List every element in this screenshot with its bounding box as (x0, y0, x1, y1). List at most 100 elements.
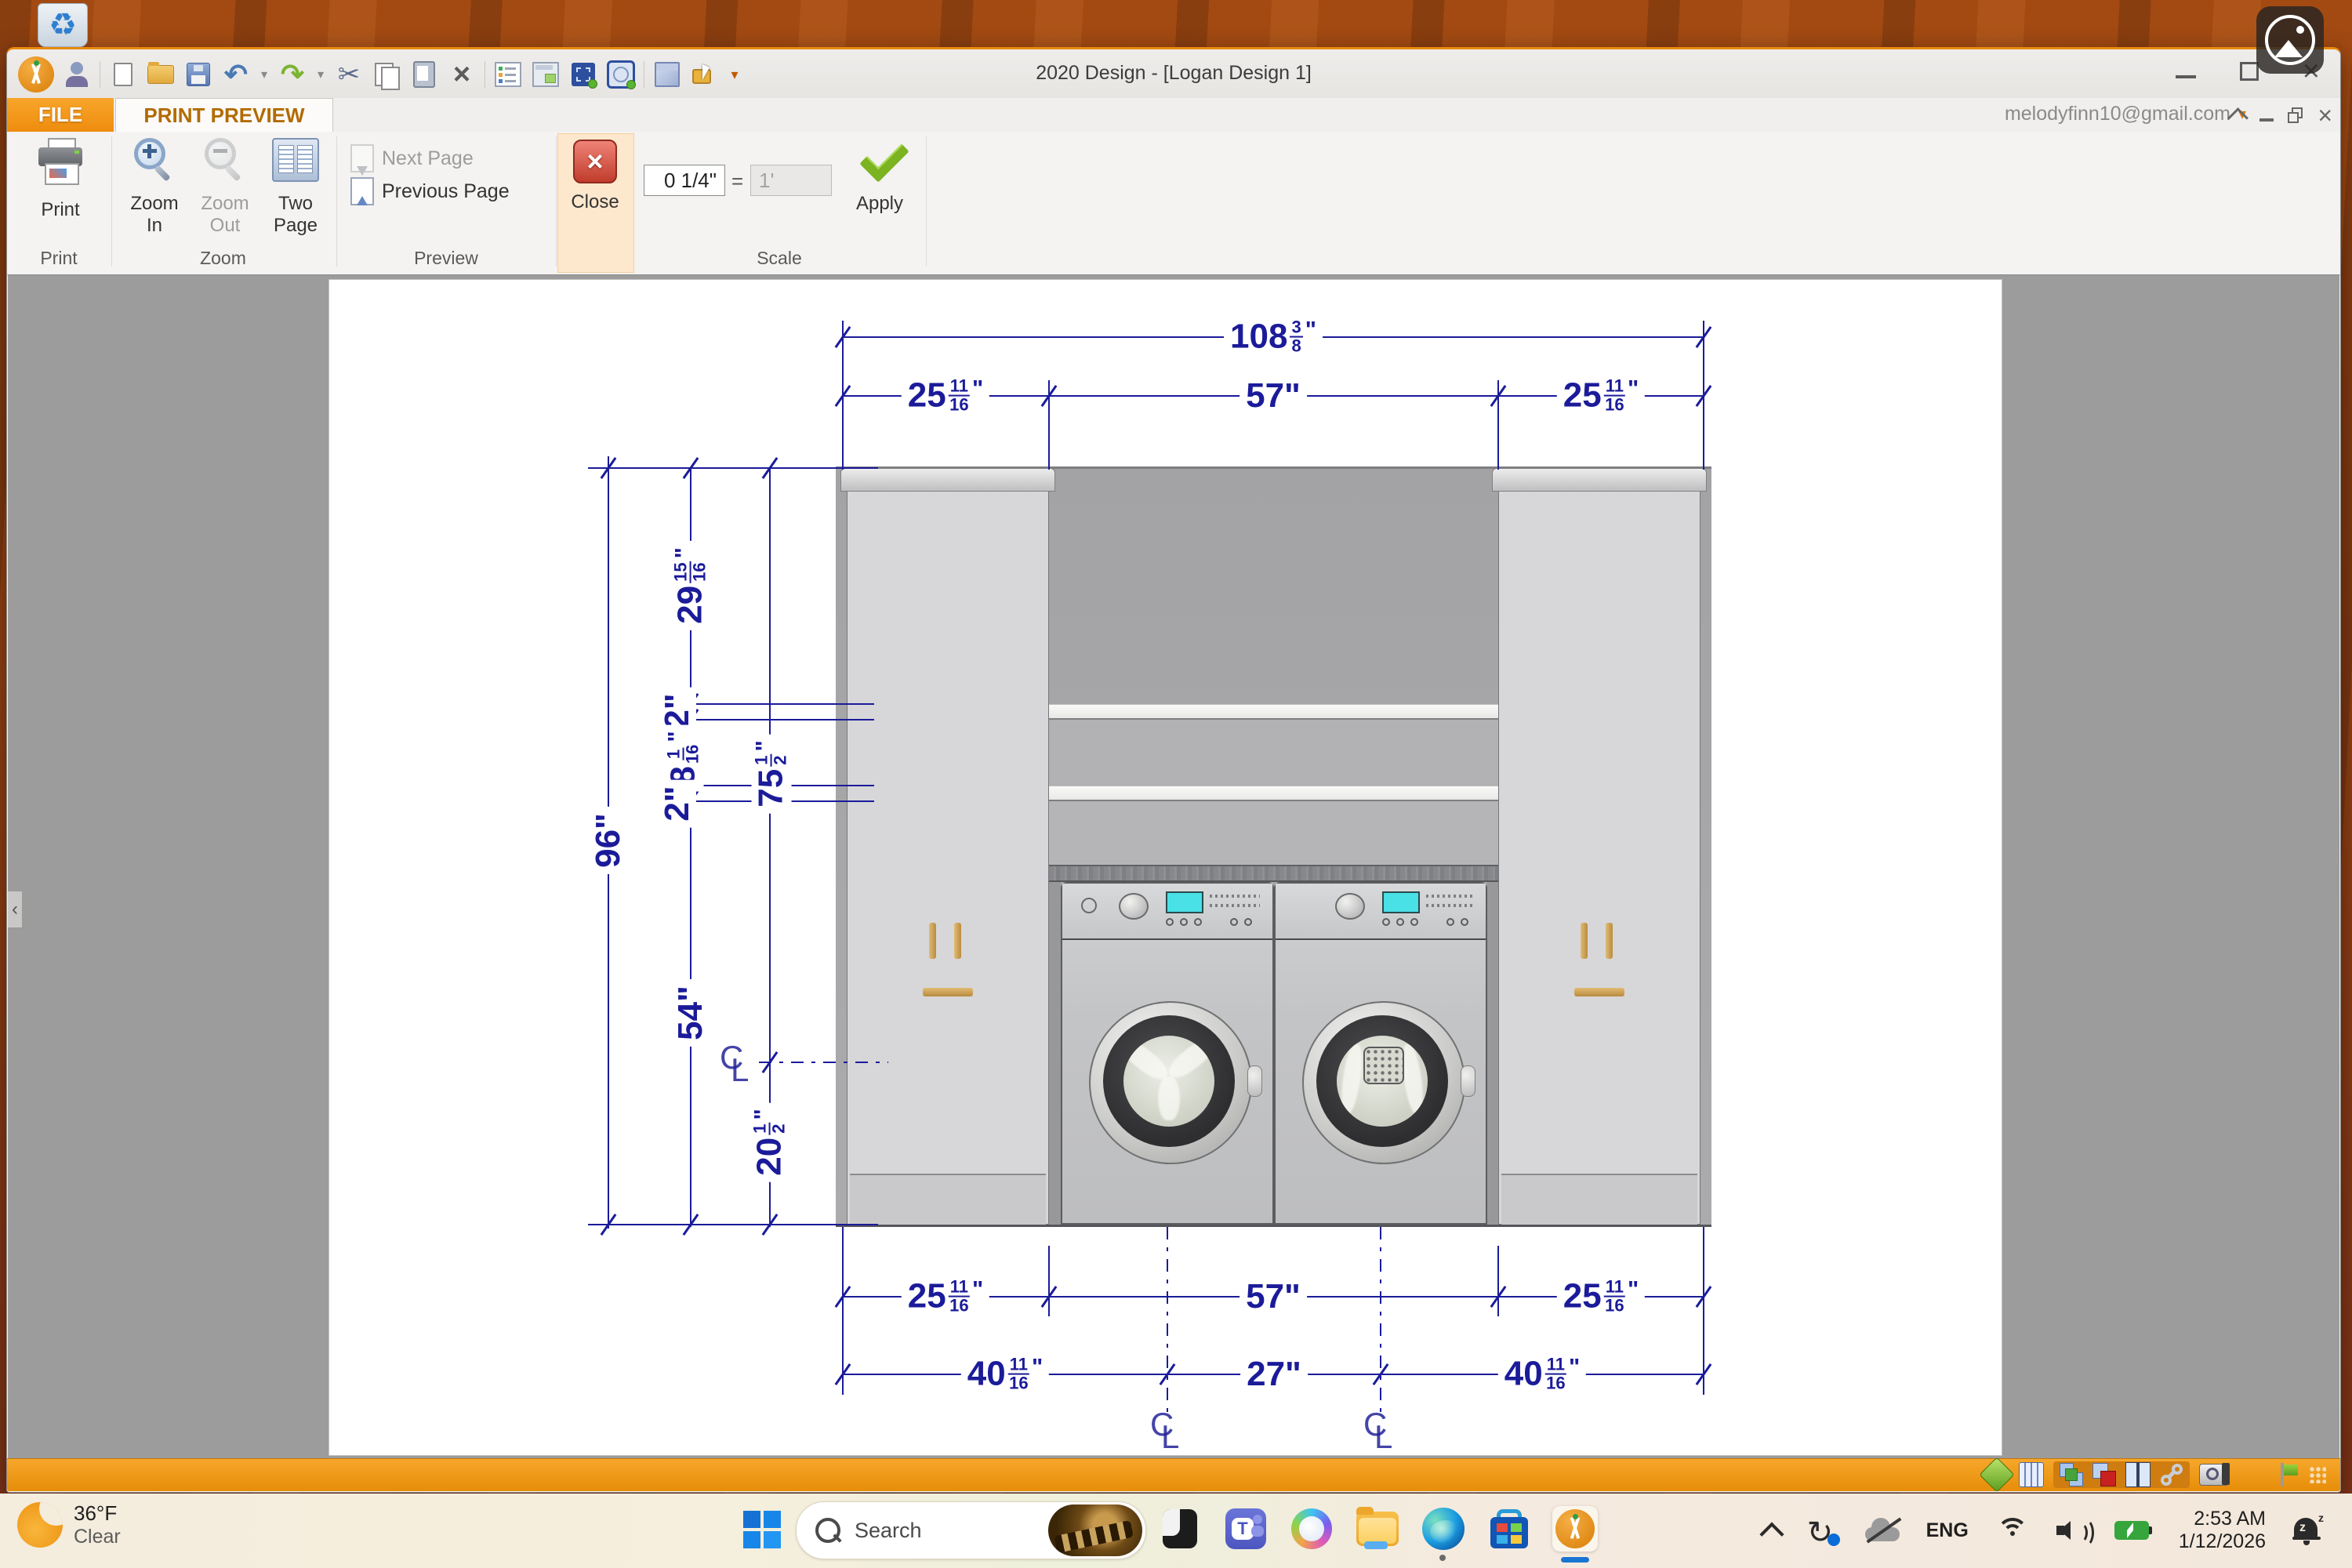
dim-total-height: 96" (590, 807, 627, 874)
left-door2-handle (954, 923, 961, 959)
floor-line (836, 1225, 1711, 1227)
tab-file[interactable]: FILE (7, 98, 114, 132)
search-icon (815, 1518, 840, 1543)
dim-overall-width: 10838" (1224, 318, 1323, 358)
tray-date: 1/12/2026 (2179, 1530, 2266, 1553)
right-cabinet-crown (1492, 468, 1707, 492)
left-tall-cabinet (847, 490, 1049, 1225)
app-window: ↶ ▾ ↷ ▾ ✂ × (6, 47, 2341, 1493)
title-bar: ↶ ▾ ↷ ▾ ✂ × (7, 49, 2340, 98)
dim-centerline-spacing: 27" (1240, 1356, 1308, 1393)
right-door2-handle (1606, 923, 1613, 959)
design2020-app-icon[interactable] (1552, 1506, 1598, 1552)
countertop (1049, 865, 1498, 882)
window-title: 2020 Design - [Logan Design 1] (7, 62, 2340, 85)
teams-app-icon[interactable]: T (1223, 1506, 1269, 1552)
left-cabinet-crown (840, 468, 1055, 492)
next-page-button[interactable]: Next Page (350, 144, 474, 172)
washer-control-panel (1062, 884, 1272, 940)
zoom-out-button[interactable]: Zoom Out (194, 138, 256, 248)
taskbar: 36°F Clear Search T (0, 1494, 2352, 1568)
photo-glyph (2265, 15, 2315, 65)
autodimension-icon[interactable] (1979, 1457, 2014, 1492)
ribbon-tab-row: FILE PRINT PREVIEW melodyfinn10@gmail.co… (7, 98, 2340, 132)
copilot-app-icon[interactable] (1289, 1506, 1334, 1552)
wall-band-1 (1049, 720, 1498, 786)
dim-left-cab-width-bottom: 251116" (902, 1277, 989, 1317)
onedrive-sync-icon[interactable]: ↻ (1807, 1515, 1838, 1546)
dryer (1274, 882, 1487, 1225)
account-email[interactable]: melodyfinn10@gmail.com (2005, 103, 2230, 125)
wall-band-2 (1049, 801, 1498, 865)
start-button[interactable] (742, 1509, 782, 1550)
right-tall-cabinet (1498, 490, 1700, 1225)
grid-icon[interactable] (2019, 1462, 2044, 1487)
flag-icon[interactable] (2279, 1463, 2299, 1486)
print-button[interactable]: Print (31, 138, 90, 232)
close-preview-button[interactable]: × Close (565, 140, 625, 234)
expand-icon[interactable] (2125, 1462, 2151, 1487)
notification-bell-icon[interactable]: z z (2292, 1515, 2321, 1546)
ribbon: Print Print Zoom In Zoom Out (7, 132, 2340, 275)
edge-running-dot (1439, 1555, 1446, 1561)
photos-shortcut-icon[interactable] (2256, 6, 2324, 74)
wifi-icon[interactable] (1995, 1518, 2030, 1543)
dim-right-cab-width: 251116" (1557, 376, 1645, 416)
ms-store-icon[interactable] (1486, 1506, 1532, 1552)
active-app-indicator (1561, 1557, 1589, 1563)
scale-equals: = (731, 169, 743, 194)
open-shelf-upper (1049, 704, 1498, 720)
tray-chevron-icon[interactable] (1759, 1522, 1784, 1546)
left-pane-toggle[interactable]: ‹ (8, 891, 23, 928)
right-door1-handle (1581, 923, 1588, 959)
file-explorer-icon[interactable] (1355, 1506, 1400, 1552)
ribbon-collapse-icon[interactable] (2227, 107, 2249, 129)
weather-condition: Clear (74, 1526, 121, 1548)
edge-browser-icon[interactable] (1421, 1506, 1466, 1552)
dim-right-cab-width-bottom: 251116" (1557, 1277, 1645, 1317)
mdi-close-button[interactable]: × (2318, 107, 2332, 124)
scale-unit-input[interactable]: 1' (750, 165, 832, 196)
search-highlight-image (1048, 1504, 1142, 1556)
washer (1061, 882, 1274, 1225)
cloud-offline-icon[interactable] (1865, 1518, 1900, 1543)
tray-time: 2:53 AM (2179, 1508, 2266, 1530)
apply-button[interactable]: Apply (844, 138, 915, 240)
left-hamper-handle (923, 988, 973, 996)
snapshot-icon[interactable] (2199, 1464, 2229, 1486)
arrange-icon[interactable] (2060, 1463, 2083, 1486)
taskbar-weather[interactable]: 36°F Clear (17, 1501, 121, 1548)
scale-value-input[interactable]: 0 1/4" (644, 165, 725, 196)
window-minimize-button[interactable] (2176, 75, 2196, 78)
mdi-minimize-button[interactable] (2259, 118, 2274, 122)
previous-page-button[interactable]: Previous Page (350, 177, 510, 205)
scale-group-label: Scale (634, 248, 924, 269)
right-hamper-handle (1574, 988, 1624, 996)
open-shelf-lower (1049, 786, 1498, 801)
dim-middle-width-bottom: 57" (1240, 1278, 1307, 1316)
battery-icon[interactable] (2114, 1521, 2152, 1540)
volume-icon[interactable] (2056, 1518, 2088, 1543)
tray-language[interactable]: ENG (1926, 1519, 1969, 1542)
dim-middle-width: 57" (1240, 377, 1307, 415)
centerline-symbol-washer: CL (1150, 1408, 1185, 1454)
dim-washer-centerline-left: 401116" (961, 1355, 1049, 1395)
resize-grip[interactable] (2309, 1466, 2326, 1483)
link-icon[interactable] (2160, 1463, 2183, 1486)
window-maximize-button[interactable] (2240, 62, 2259, 81)
widgets-app-icon[interactable] (1157, 1506, 1203, 1552)
washer-door-handle (1247, 1065, 1262, 1097)
taskbar-search[interactable]: Search (796, 1501, 1146, 1559)
weather-moon-icon (17, 1502, 63, 1548)
selection-tools-group (2053, 1461, 2190, 1488)
tray-clock[interactable]: 2:53 AM 1/12/2026 (2179, 1508, 2266, 1553)
wall-sliver-right (1487, 882, 1498, 1225)
dim-centerline-to-floor: 2012" (750, 1102, 790, 1181)
two-page-button[interactable]: Two Page (264, 138, 327, 248)
zoom-in-button[interactable]: Zoom In (123, 138, 186, 248)
zoom-group-label: Zoom (111, 248, 335, 269)
tab-print-preview[interactable]: PRINT PREVIEW (115, 98, 333, 132)
overlap-icon[interactable] (2092, 1463, 2116, 1486)
recycle-bin-icon[interactable]: ♻ (31, 3, 94, 66)
mdi-restore-button[interactable] (2288, 107, 2303, 123)
